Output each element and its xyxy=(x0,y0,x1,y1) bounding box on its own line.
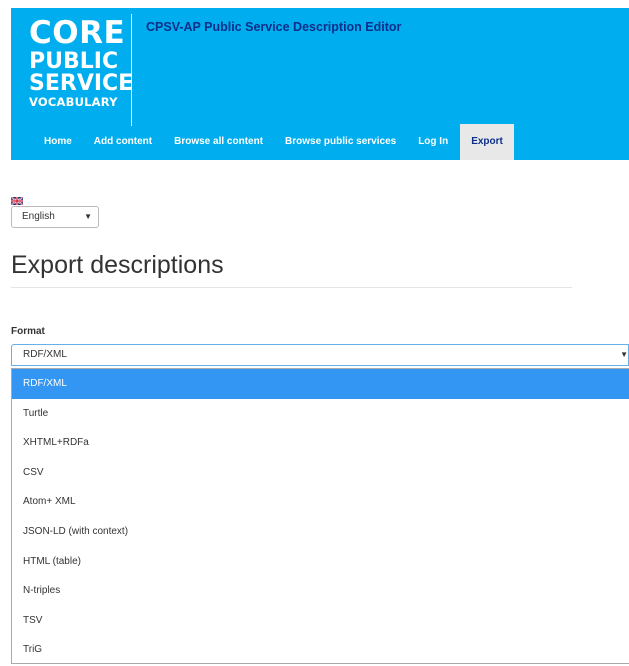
site-title[interactable]: CPSV-AP Public Service Description Edito… xyxy=(146,20,401,34)
language-select[interactable]: English ▼ xyxy=(11,206,99,228)
main-nav: Home Add content Browse all content Brow… xyxy=(11,124,514,160)
format-option-n-triples[interactable]: N-triples xyxy=(12,576,629,606)
logo-line-vocabulary: VOCABULARY xyxy=(29,95,118,109)
format-option-html-table[interactable]: HTML (table) xyxy=(12,547,629,577)
format-label: Format xyxy=(11,326,45,337)
chevron-down-icon: ▼ xyxy=(620,350,628,359)
uk-flag-icon[interactable] xyxy=(11,197,23,205)
cpsv-logo[interactable]: CORE PUBLIC SERVICE VOCABULARY xyxy=(29,15,134,109)
format-option-atom-xml[interactable]: Atom+ XML xyxy=(12,487,629,517)
page-title: Export descriptions xyxy=(11,251,224,279)
format-select-value: RDF/XML xyxy=(23,349,67,360)
format-option-tsv[interactable]: TSV xyxy=(12,606,629,636)
nav-home[interactable]: Home xyxy=(33,124,83,160)
format-option-xhtml-rdfa[interactable]: XHTML+RDFa xyxy=(12,428,629,458)
language-select-value: English xyxy=(22,211,55,222)
nav-browse-public-services[interactable]: Browse public services xyxy=(274,124,407,160)
format-option-turtle[interactable]: Turtle xyxy=(12,399,629,429)
format-dropdown-list: RDF/XML Turtle XHTML+RDFa CSV Atom+ XML … xyxy=(11,368,629,664)
nav-export[interactable]: Export xyxy=(460,124,514,160)
format-option-trig[interactable]: TriG xyxy=(12,635,629,665)
format-select[interactable]: RDF/XML ▼ xyxy=(11,344,629,366)
title-divider xyxy=(11,287,572,288)
nav-browse-all-content[interactable]: Browse all content xyxy=(163,124,274,160)
nav-add-content[interactable]: Add content xyxy=(83,124,163,160)
format-option-json-ld[interactable]: JSON-LD (with context) xyxy=(12,517,629,547)
logo-line-service: SERVICE xyxy=(29,71,134,96)
format-option-csv[interactable]: CSV xyxy=(12,458,629,488)
format-option-rdf-xml[interactable]: RDF/XML xyxy=(12,369,629,399)
logo-line-core: CORE xyxy=(29,15,126,51)
chevron-down-icon: ▼ xyxy=(84,212,92,221)
nav-log-in[interactable]: Log In xyxy=(407,124,459,160)
logo-line-public: PUBLIC xyxy=(29,49,119,74)
site-header: CORE PUBLIC SERVICE VOCABULARY CPSV-AP P… xyxy=(11,8,629,160)
logo-divider xyxy=(131,14,132,126)
